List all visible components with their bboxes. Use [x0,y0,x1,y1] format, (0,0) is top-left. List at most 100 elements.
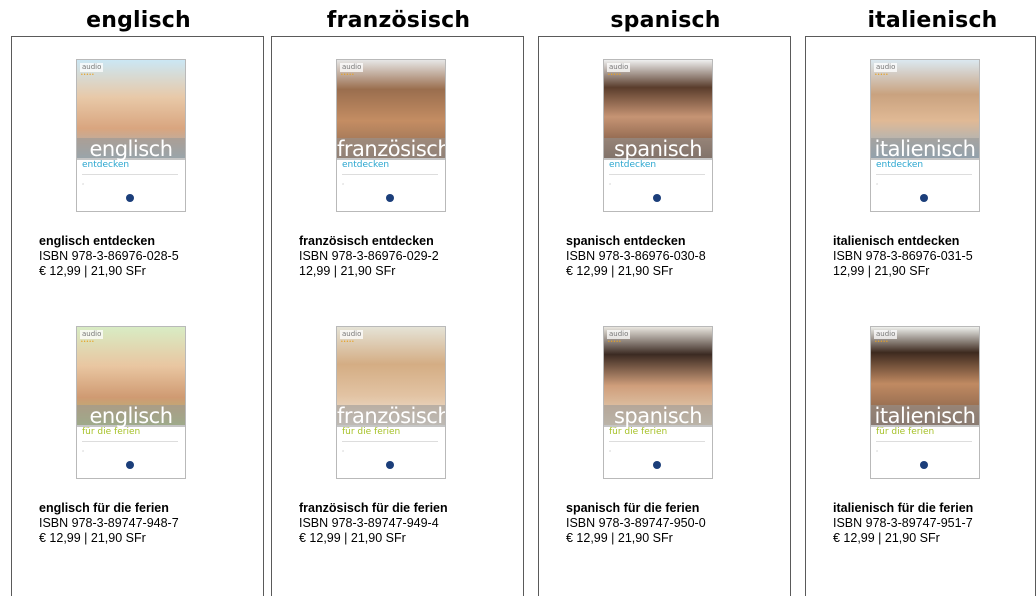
cover-subtitle: entdecken [342,160,390,170]
book-info: englisch für die ferien ISBN 978-3-89747… [39,501,179,546]
publisher-logo-icon [386,194,394,202]
book-info: englisch entdecken ISBN 978-3-86976-028-… [39,234,179,279]
cover-subtitle: für die ferien [342,427,401,437]
publisher-logo-icon [126,461,134,469]
cover-language: französisch [337,137,446,161]
book-info: französisch für die ferien ISBN 978-3-89… [299,501,448,546]
cover-tagline [609,174,705,176]
cover-subtitle: entdecken [876,160,924,170]
cover-language: italienisch [871,405,979,427]
audio-cd-icon: ○ [82,182,85,186]
brand-dots: ••••• [875,72,889,78]
book-info: italienisch entdecken ISBN 978-3-86976-0… [833,234,973,279]
cover-tagline [82,441,178,443]
audio-cd-icon: ○ [876,449,879,453]
cover-subtitle: für die ferien [82,427,141,437]
cover-subtitle: entdecken [609,160,657,170]
book-isbn: ISBN 978-3-89747-951-7 [833,516,973,530]
column-italienisch: italienisch audio ••••• italienisch entd… [805,0,1036,596]
cover-tagline [876,441,972,443]
book-title[interactable]: französisch für die ferien [299,501,448,516]
column-heading: englisch [86,8,191,33]
book-price: € 12,99 | 21,90 SFr [39,531,146,545]
column-spanisch: spanisch audio ••••• spanisch entdecken … [538,0,793,596]
column-frame: audio ••••• italienisch entdecken ○ ital… [805,36,1036,596]
cover-language: englisch [77,138,185,160]
book-price: 12,99 | 21,90 SFr [833,264,930,278]
audio-brand-logo: audio [607,330,631,339]
book-price: € 12,99 | 21,90 SFr [833,531,940,545]
cover-language: englisch [77,405,185,427]
book-isbn: ISBN 978-3-89747-949-4 [299,516,439,530]
cover-language: spanisch [604,138,712,160]
book-title[interactable]: spanisch entdecken [566,234,706,249]
audio-brand-logo: audio [80,63,104,72]
book-title[interactable]: englisch entdecken [39,234,179,249]
audio-cd-icon: ○ [342,182,345,186]
book-cover-spanisch-ferien[interactable]: audio ••••• spanisch für die ferien ○ [603,326,713,479]
book-price: € 12,99 | 21,90 SFr [566,531,673,545]
book-cover-englisch-entdecken[interactable]: audio ••••• englisch entdecken ○ [76,59,186,212]
book-cover-italienisch-ferien[interactable]: audio ••••• italienisch für die ferien ○ [870,326,980,479]
audio-cd-icon: ○ [342,449,345,453]
cover-tagline [609,441,705,443]
column-heading: spanisch [610,8,721,33]
audio-brand-logo: audio [340,330,364,339]
column-franzoesisch: französisch audio ••••• französisch entd… [271,0,526,596]
book-cover-englisch-ferien[interactable]: audio ••••• englisch für die ferien ○ [76,326,186,479]
book-isbn: ISBN 978-3-86976-028-5 [39,249,179,263]
book-price: 12,99 | 21,90 SFr [299,264,396,278]
cover-language: italienisch [871,138,979,160]
publisher-logo-icon [920,461,928,469]
book-info: spanisch entdecken ISBN 978-3-86976-030-… [566,234,706,279]
cover-tagline [82,174,178,176]
cover-subtitle: entdecken [82,160,130,170]
cover-tagline [342,174,438,176]
publisher-logo-icon [920,194,928,202]
book-price: € 12,99 | 21,90 SFr [566,264,673,278]
book-isbn: ISBN 978-3-86976-029-2 [299,249,439,263]
audio-cd-icon: ○ [876,182,879,186]
book-title[interactable]: spanisch für die ferien [566,501,706,516]
cover-language: französisch [337,404,446,428]
audio-brand-logo: audio [340,63,364,72]
book-cover-franzoesisch-ferien[interactable]: audio ••••• französisch für die ferien ○ [336,326,446,479]
brand-dots: ••••• [608,339,622,345]
book-info: französisch entdecken ISBN 978-3-86976-0… [299,234,439,279]
audio-brand-logo: audio [874,330,898,339]
brand-dots: ••••• [608,72,622,78]
audio-cd-icon: ○ [609,449,612,453]
brand-dots: ••••• [341,72,355,78]
book-info: spanisch für die ferien ISBN 978-3-89747… [566,501,706,546]
book-title[interactable]: italienisch für die ferien [833,501,973,516]
publisher-logo-icon [653,194,661,202]
book-price: € 12,99 | 21,90 SFr [299,531,406,545]
book-title[interactable]: französisch entdecken [299,234,439,249]
book-cover-spanisch-entdecken[interactable]: audio ••••• spanisch entdecken ○ [603,59,713,212]
brand-dots: ••••• [341,339,355,345]
audio-cd-icon: ○ [609,182,612,186]
audio-brand-logo: audio [874,63,898,72]
book-isbn: ISBN 978-3-89747-948-7 [39,516,179,530]
book-cover-italienisch-entdecken[interactable]: audio ••••• italienisch entdecken ○ [870,59,980,212]
column-heading: italienisch [867,8,998,33]
book-title[interactable]: italienisch entdecken [833,234,973,249]
column-frame: audio ••••• französisch entdecken ○ fran… [271,36,524,596]
cover-language: spanisch [604,405,712,427]
book-isbn: ISBN 978-3-89747-950-0 [566,516,706,530]
cover-tagline [876,174,972,176]
cover-subtitle: für die ferien [876,427,935,437]
book-price: € 12,99 | 21,90 SFr [39,264,146,278]
publisher-logo-icon [126,194,134,202]
book-title[interactable]: englisch für die ferien [39,501,179,516]
column-englisch: englisch audio ••••• englisch entdecken … [11,0,266,596]
cover-tagline [342,441,438,443]
cover-subtitle: für die ferien [609,427,668,437]
column-frame: audio ••••• spanisch entdecken ○ spanisc… [538,36,791,596]
book-isbn: ISBN 978-3-86976-030-8 [566,249,706,263]
book-cover-franzoesisch-entdecken[interactable]: audio ••••• französisch entdecken ○ [336,59,446,212]
brand-dots: ••••• [81,72,95,78]
brand-dots: ••••• [81,339,95,345]
book-isbn: ISBN 978-3-86976-031-5 [833,249,973,263]
audio-brand-logo: audio [607,63,631,72]
